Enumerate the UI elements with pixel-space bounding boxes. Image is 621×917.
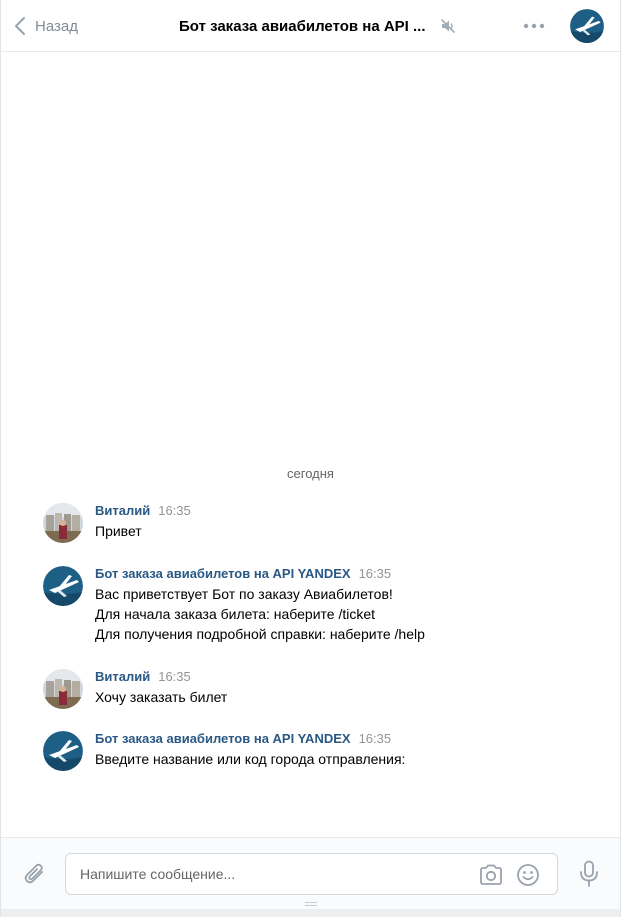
chat-window: Назад Бот заказа авиабилетов на API ... xyxy=(0,0,621,917)
bottom-strip xyxy=(1,909,620,917)
airplane-logo-icon xyxy=(570,9,604,43)
message-input[interactable] xyxy=(80,864,460,884)
resize-handle-icon[interactable] xyxy=(304,901,318,907)
message-body: Виталий 16:35 Хочу заказать билет xyxy=(95,669,227,707)
message-author[interactable]: Виталий xyxy=(95,503,150,518)
message-author[interactable]: Бот заказа авиабилетов на API YANDEX xyxy=(95,566,351,581)
message-text: Для получения подробной справки: наберит… xyxy=(95,626,425,642)
back-label: Назад xyxy=(35,17,78,35)
chat-title: Бот заказа авиабилетов на API ... xyxy=(179,17,426,35)
smile-icon[interactable] xyxy=(516,863,540,887)
chat-header: Назад Бот заказа авиабилетов на API ... xyxy=(1,0,620,52)
chat-title-group[interactable]: Бот заказа авиабилетов на API ... xyxy=(179,15,456,37)
more-dots-icon[interactable] xyxy=(523,20,545,32)
message-body: Бот заказа авиабилетов на API YANDEX 16:… xyxy=(95,566,425,644)
message-author[interactable]: Виталий xyxy=(95,669,150,684)
message-item: Бот заказа авиабилетов на API YANDEX 16:… xyxy=(43,731,603,771)
message-composer xyxy=(1,837,620,909)
message-input-box[interactable] xyxy=(65,853,558,895)
camera-icon[interactable] xyxy=(478,864,504,886)
message-author[interactable]: Бот заказа авиабилетов на API YANDEX xyxy=(95,731,351,746)
user-photo-icon xyxy=(43,503,83,543)
message-item: Виталий 16:35 Хочу заказать билет xyxy=(43,669,603,709)
message-text: Хочу заказать билет xyxy=(95,689,228,705)
message-body: Бот заказа авиабилетов на API YANDEX 16:… xyxy=(95,731,405,769)
message-item: Виталий 16:35 Привет xyxy=(43,503,603,543)
avatar[interactable] xyxy=(43,731,83,771)
muted-speaker-icon xyxy=(440,19,455,33)
message-text: Для начала заказа билета: наберите /tick… xyxy=(95,606,376,622)
user-photo-icon xyxy=(43,669,83,709)
message-time[interactable]: 16:35 xyxy=(158,669,191,684)
avatar[interactable] xyxy=(43,566,83,606)
message-body: Виталий 16:35 Привет xyxy=(95,503,191,541)
chat-avatar[interactable] xyxy=(570,9,604,43)
chevron-left-icon xyxy=(15,17,25,35)
message-item: Бот заказа авиабилетов на API YANDEX 16:… xyxy=(43,566,603,646)
airplane-logo-icon xyxy=(43,566,83,606)
message-text: Введите название или код города отправле… xyxy=(95,751,406,767)
message-text: Вас приветствует Бот по заказу Авиабилет… xyxy=(95,586,393,602)
paperclip-icon[interactable] xyxy=(23,861,47,887)
back-button[interactable]: Назад xyxy=(15,14,78,38)
microphone-icon[interactable] xyxy=(578,860,600,888)
avatar[interactable] xyxy=(43,669,83,709)
message-text: Привет xyxy=(95,523,142,539)
airplane-logo-icon xyxy=(43,731,83,771)
avatar[interactable] xyxy=(43,503,83,543)
message-time[interactable]: 16:35 xyxy=(359,731,392,746)
message-time[interactable]: 16:35 xyxy=(158,503,191,518)
message-time[interactable]: 16:35 xyxy=(359,566,392,581)
day-separator: сегодня xyxy=(287,466,334,481)
